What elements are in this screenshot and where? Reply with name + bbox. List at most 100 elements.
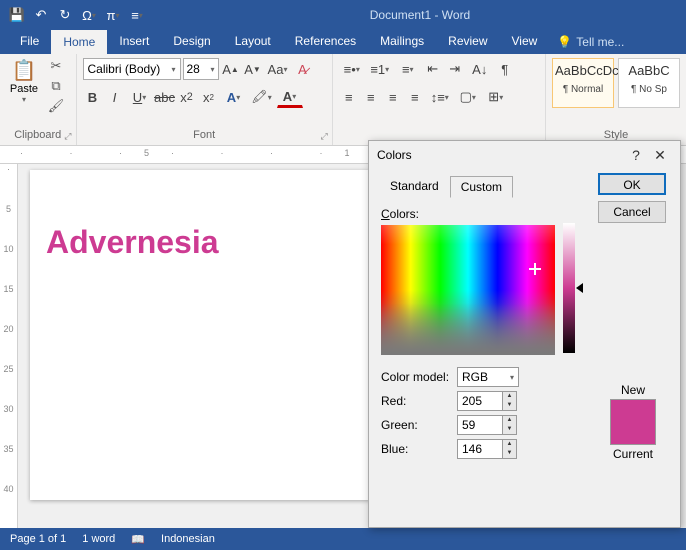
group-label-font: Font [193,129,215,141]
window-title: Document1 - Word [154,8,686,22]
tab-home[interactable]: Home [51,30,107,54]
close-icon[interactable]: ✕ [648,147,672,164]
italic-icon[interactable]: I [105,86,125,108]
multilevel-icon[interactable]: ≡▾ [395,58,421,80]
line-spacing-icon[interactable]: ↕≡▾ [427,86,453,108]
green-input[interactable]: 59 [457,415,503,435]
group-label-clipboard: Clipboard [14,129,61,141]
group-font: Calibri (Body)▾ 28▾ A▲ A▼ Aa▾ A̷ B I U▾ … [77,54,333,145]
show-marks-icon[interactable]: ¶ [495,58,515,80]
status-page[interactable]: Page 1 of 1 [10,533,66,545]
ribbon-tabs: File Home Insert Design Layout Reference… [0,30,686,54]
help-icon[interactable]: ? [624,147,648,163]
redo-icon[interactable]: ↻ [54,4,76,26]
style-name: ¶ No Sp [621,84,677,95]
tell-me[interactable]: 💡Tell me... [549,30,632,54]
style-normal[interactable]: AaBbCcDc ¶ Normal [552,58,614,108]
font-size-combo[interactable]: 28▾ [183,58,219,80]
tab-custom[interactable]: Custom [450,176,513,198]
style-name: ¶ Normal [555,84,611,95]
tab-view[interactable]: View [500,30,550,54]
omega-icon[interactable]: Ω▾ [78,4,100,26]
group-styles: AaBbCcDc ¶ Normal AaBbC ¶ No Sp Style [546,54,686,145]
tab-mailings[interactable]: Mailings [368,30,436,54]
launcher-icon[interactable]: ⤢ [321,131,328,142]
color-preview: New Current [602,383,664,461]
copy-icon[interactable]: ⧉ [46,78,66,96]
pi-icon[interactable]: π▾ [102,4,124,26]
proofing-icon[interactable]: 📖 [131,533,145,546]
shading-icon[interactable]: ▢▾ [455,86,481,108]
paste-label: Paste [6,83,42,95]
red-spinner[interactable]: ▲▼ [503,391,517,411]
document-text[interactable]: Advernesia [46,224,366,261]
bold-icon[interactable]: B [83,86,103,108]
tab-insert[interactable]: Insert [107,30,161,54]
luminance-arrow-icon[interactable] [576,283,583,293]
page[interactable]: Advernesia [30,170,370,500]
ok-button[interactable]: OK [598,173,666,195]
ribbon: 📋 Paste ▾ ✂ ⧉ 🖌 Clipboard⤢ Calibri (Body… [0,54,686,146]
luminance-slider[interactable] [563,223,575,353]
tab-review[interactable]: Review [436,30,499,54]
clear-format-icon[interactable]: A̷ [293,58,313,80]
paste-icon: 📋 [6,58,42,83]
crosshair-icon [529,263,541,275]
dialog-title: Colors [377,148,624,162]
red-input[interactable]: 205 [457,391,503,411]
color-model-select[interactable]: RGB▾ [457,367,519,387]
style-preview: AaBbCcDc [555,63,611,78]
vertical-ruler[interactable]: ·510152025303540 [0,164,18,528]
justify-icon[interactable]: ≡ [405,86,425,108]
shrink-font-icon[interactable]: A▼ [243,58,263,80]
status-words[interactable]: 1 word [82,533,115,545]
launcher-icon[interactable]: ⤢ [64,131,71,142]
save-icon[interactable]: 💾 [6,4,28,26]
blue-input[interactable]: 146 [457,439,503,459]
align-left-icon[interactable]: ≡ [339,86,359,108]
paste-button[interactable]: 📋 Paste ▾ [6,58,42,116]
grow-font-icon[interactable]: A▲ [221,58,241,80]
tab-design[interactable]: Design [161,30,222,54]
tab-layout[interactable]: Layout [223,30,283,54]
borders-icon[interactable]: ⊞▾ [483,86,509,108]
highlight-icon[interactable]: 🖍▾ [249,86,275,108]
strike-icon[interactable]: abc [155,86,175,108]
new-label: New [602,383,664,397]
bullets-icon[interactable]: ≡•▾ [339,58,365,80]
outdent-icon[interactable]: ⇤ [423,58,443,80]
subscript-icon[interactable]: x2 [177,86,197,108]
dialog-titlebar[interactable]: Colors ? ✕ [369,141,680,169]
color-model-label: Color model: [381,370,457,384]
tab-file[interactable]: File [8,30,51,54]
color-spectrum[interactable] [381,225,555,355]
current-label: Current [602,447,664,461]
font-name-combo[interactable]: Calibri (Body)▾ [83,58,181,80]
cut-icon[interactable]: ✂ [46,58,66,76]
status-bar: Page 1 of 1 1 word 📖 Indonesian [0,528,686,550]
font-color-icon[interactable]: A▾ [277,86,303,108]
numbering-icon[interactable]: ≡1▾ [367,58,393,80]
tab-standard[interactable]: Standard [379,175,450,197]
indent-icon[interactable]: ⇥ [445,58,465,80]
format-painter-icon[interactable]: 🖌 [46,98,66,116]
green-spinner[interactable]: ▲▼ [503,415,517,435]
underline-icon[interactable]: U▾ [127,86,153,108]
text-effects-icon[interactable]: A▾ [221,86,247,108]
status-language[interactable]: Indonesian [161,533,215,545]
change-case-icon[interactable]: Aa▾ [265,58,291,80]
blue-spinner[interactable]: ▲▼ [503,439,517,459]
colors-dialog: Colors ? ✕ OK Cancel Standard Custom Col… [368,140,681,528]
sort-icon[interactable]: A↓ [467,58,493,80]
group-clipboard: 📋 Paste ▾ ✂ ⧉ 🖌 Clipboard⤢ [0,54,77,145]
quick-access-toolbar: 💾 ↶ ↻ Ω▾ π▾ ≡▾ [0,4,154,26]
superscript-icon[interactable]: x2 [199,86,219,108]
tab-references[interactable]: References [283,30,368,54]
align-center-icon[interactable]: ≡ [361,86,381,108]
align-right-icon[interactable]: ≡ [383,86,403,108]
group-paragraph: ≡•▾ ≡1▾ ≡▾ ⇤ ⇥ A↓ ¶ ≡ ≡ ≡ ≡ ↕≡▾ ▢▾ ⊞▾ [333,54,546,145]
undo-icon[interactable]: ↶ [30,4,52,26]
list-icon[interactable]: ≡▾ [126,4,148,26]
bulb-icon: 💡 [557,35,572,49]
style-nospace[interactable]: AaBbC ¶ No Sp [618,58,680,108]
